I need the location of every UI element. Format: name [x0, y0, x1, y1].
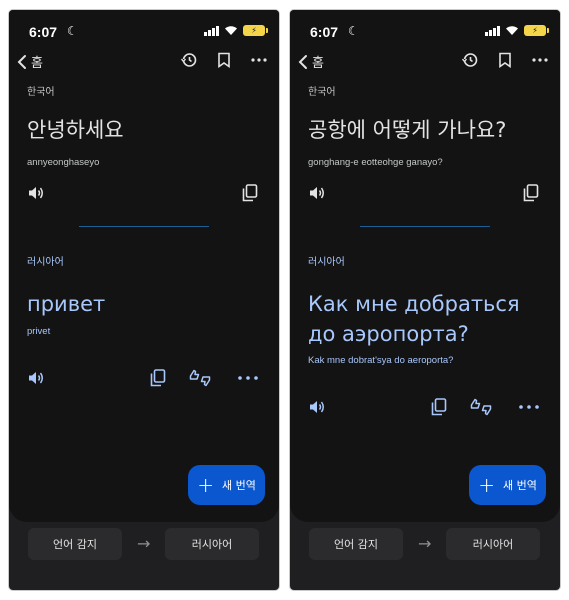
rate-translation-icon[interactable]: [189, 369, 211, 387]
wifi-icon: [225, 26, 237, 35]
target-language-label: 러시아어: [27, 257, 64, 268]
target-language-selector-label: 러시아어: [472, 538, 514, 551]
arrow-right-icon: →: [418, 534, 432, 553]
target-language-label: 러시아어: [308, 257, 345, 268]
plus-icon: +: [478, 473, 495, 497]
signal-icon: [204, 25, 219, 36]
source-romanization: gonghang-e eotteohge ganayo?: [308, 157, 443, 168]
section-divider: [360, 226, 490, 227]
source-romanization: annyeonghaseyo: [27, 157, 100, 168]
back-button[interactable]: 홈: [17, 52, 43, 71]
arrow-right-icon: →: [137, 534, 151, 553]
phone-screen-left: 6:07 ☾ ⚡ 홈 한국어 안녕하세요 annyeonghaseyo 러시아어…: [9, 10, 279, 590]
status-icons: ⚡: [485, 25, 549, 36]
speaker-icon[interactable]: [308, 185, 326, 201]
new-translation-button[interactable]: + 새 번역: [188, 465, 265, 505]
signal-icon: [485, 25, 500, 36]
copy-icon[interactable]: [242, 184, 258, 202]
new-translation-label: 새 번역: [502, 479, 537, 492]
more-options-icon[interactable]: [519, 405, 539, 409]
battery-icon: ⚡: [524, 25, 549, 36]
source-language-selector-label: 언어 감지: [334, 538, 378, 551]
copy-icon[interactable]: [150, 369, 166, 387]
chevron-left-icon: [17, 54, 26, 69]
source-text[interactable]: 안녕하세요: [27, 114, 124, 144]
plus-icon: +: [197, 473, 214, 497]
source-text[interactable]: 공항에 어떻게 가나요?: [308, 114, 506, 144]
copy-icon[interactable]: [523, 184, 539, 202]
chevron-left-icon: [298, 54, 307, 69]
back-label: 홈: [31, 56, 43, 71]
source-language-label: 한국어: [308, 87, 336, 98]
phone-screen-right: 6:07 ☾ ⚡ 홈 한국어 공항에 어떻게 가나요? gonghang-e e…: [290, 10, 560, 590]
history-icon[interactable]: [462, 52, 478, 68]
translated-romanization: privet: [27, 326, 51, 337]
translated-romanization: Kak mne dobrat'sya do aeroporta?: [308, 355, 454, 366]
rate-translation-icon[interactable]: [470, 398, 492, 416]
source-language-label: 한국어: [27, 87, 55, 98]
target-language-selector-label: 러시아어: [191, 538, 233, 551]
status-time: 6:07: [29, 24, 58, 40]
target-language-selector[interactable]: 러시아어: [165, 528, 259, 560]
bookmark-icon[interactable]: [498, 52, 512, 68]
source-language-selector[interactable]: 언어 감지: [309, 528, 403, 560]
new-translation-label: 새 번역: [221, 479, 256, 492]
history-icon[interactable]: [181, 52, 197, 68]
target-language-selector[interactable]: 러시아어: [446, 528, 540, 560]
copy-icon[interactable]: [431, 398, 447, 416]
status-time: 6:07: [310, 24, 339, 40]
top-actions: [462, 52, 548, 68]
back-label: 홈: [312, 56, 324, 71]
speaker-icon[interactable]: [27, 370, 45, 386]
battery-icon: ⚡: [243, 25, 268, 36]
speaker-icon[interactable]: [27, 185, 45, 201]
moon-icon: ☾: [348, 24, 359, 38]
more-options-icon[interactable]: [238, 376, 258, 380]
section-divider: [79, 226, 209, 227]
source-language-selector[interactable]: 언어 감지: [28, 528, 122, 560]
more-options-icon[interactable]: [251, 58, 267, 62]
status-icons: ⚡: [204, 25, 268, 36]
source-language-selector-label: 언어 감지: [53, 538, 97, 551]
speaker-icon[interactable]: [308, 399, 326, 415]
more-options-icon[interactable]: [532, 58, 548, 62]
new-translation-button[interactable]: + 새 번역: [469, 465, 546, 505]
moon-icon: ☾: [67, 24, 78, 38]
translated-text[interactable]: Как мне добраться до аэропорта?: [308, 289, 548, 349]
translated-text[interactable]: привет: [27, 289, 105, 319]
back-button[interactable]: 홈: [298, 52, 324, 71]
wifi-icon: [506, 26, 518, 35]
top-actions: [181, 52, 267, 68]
bookmark-icon[interactable]: [217, 52, 231, 68]
